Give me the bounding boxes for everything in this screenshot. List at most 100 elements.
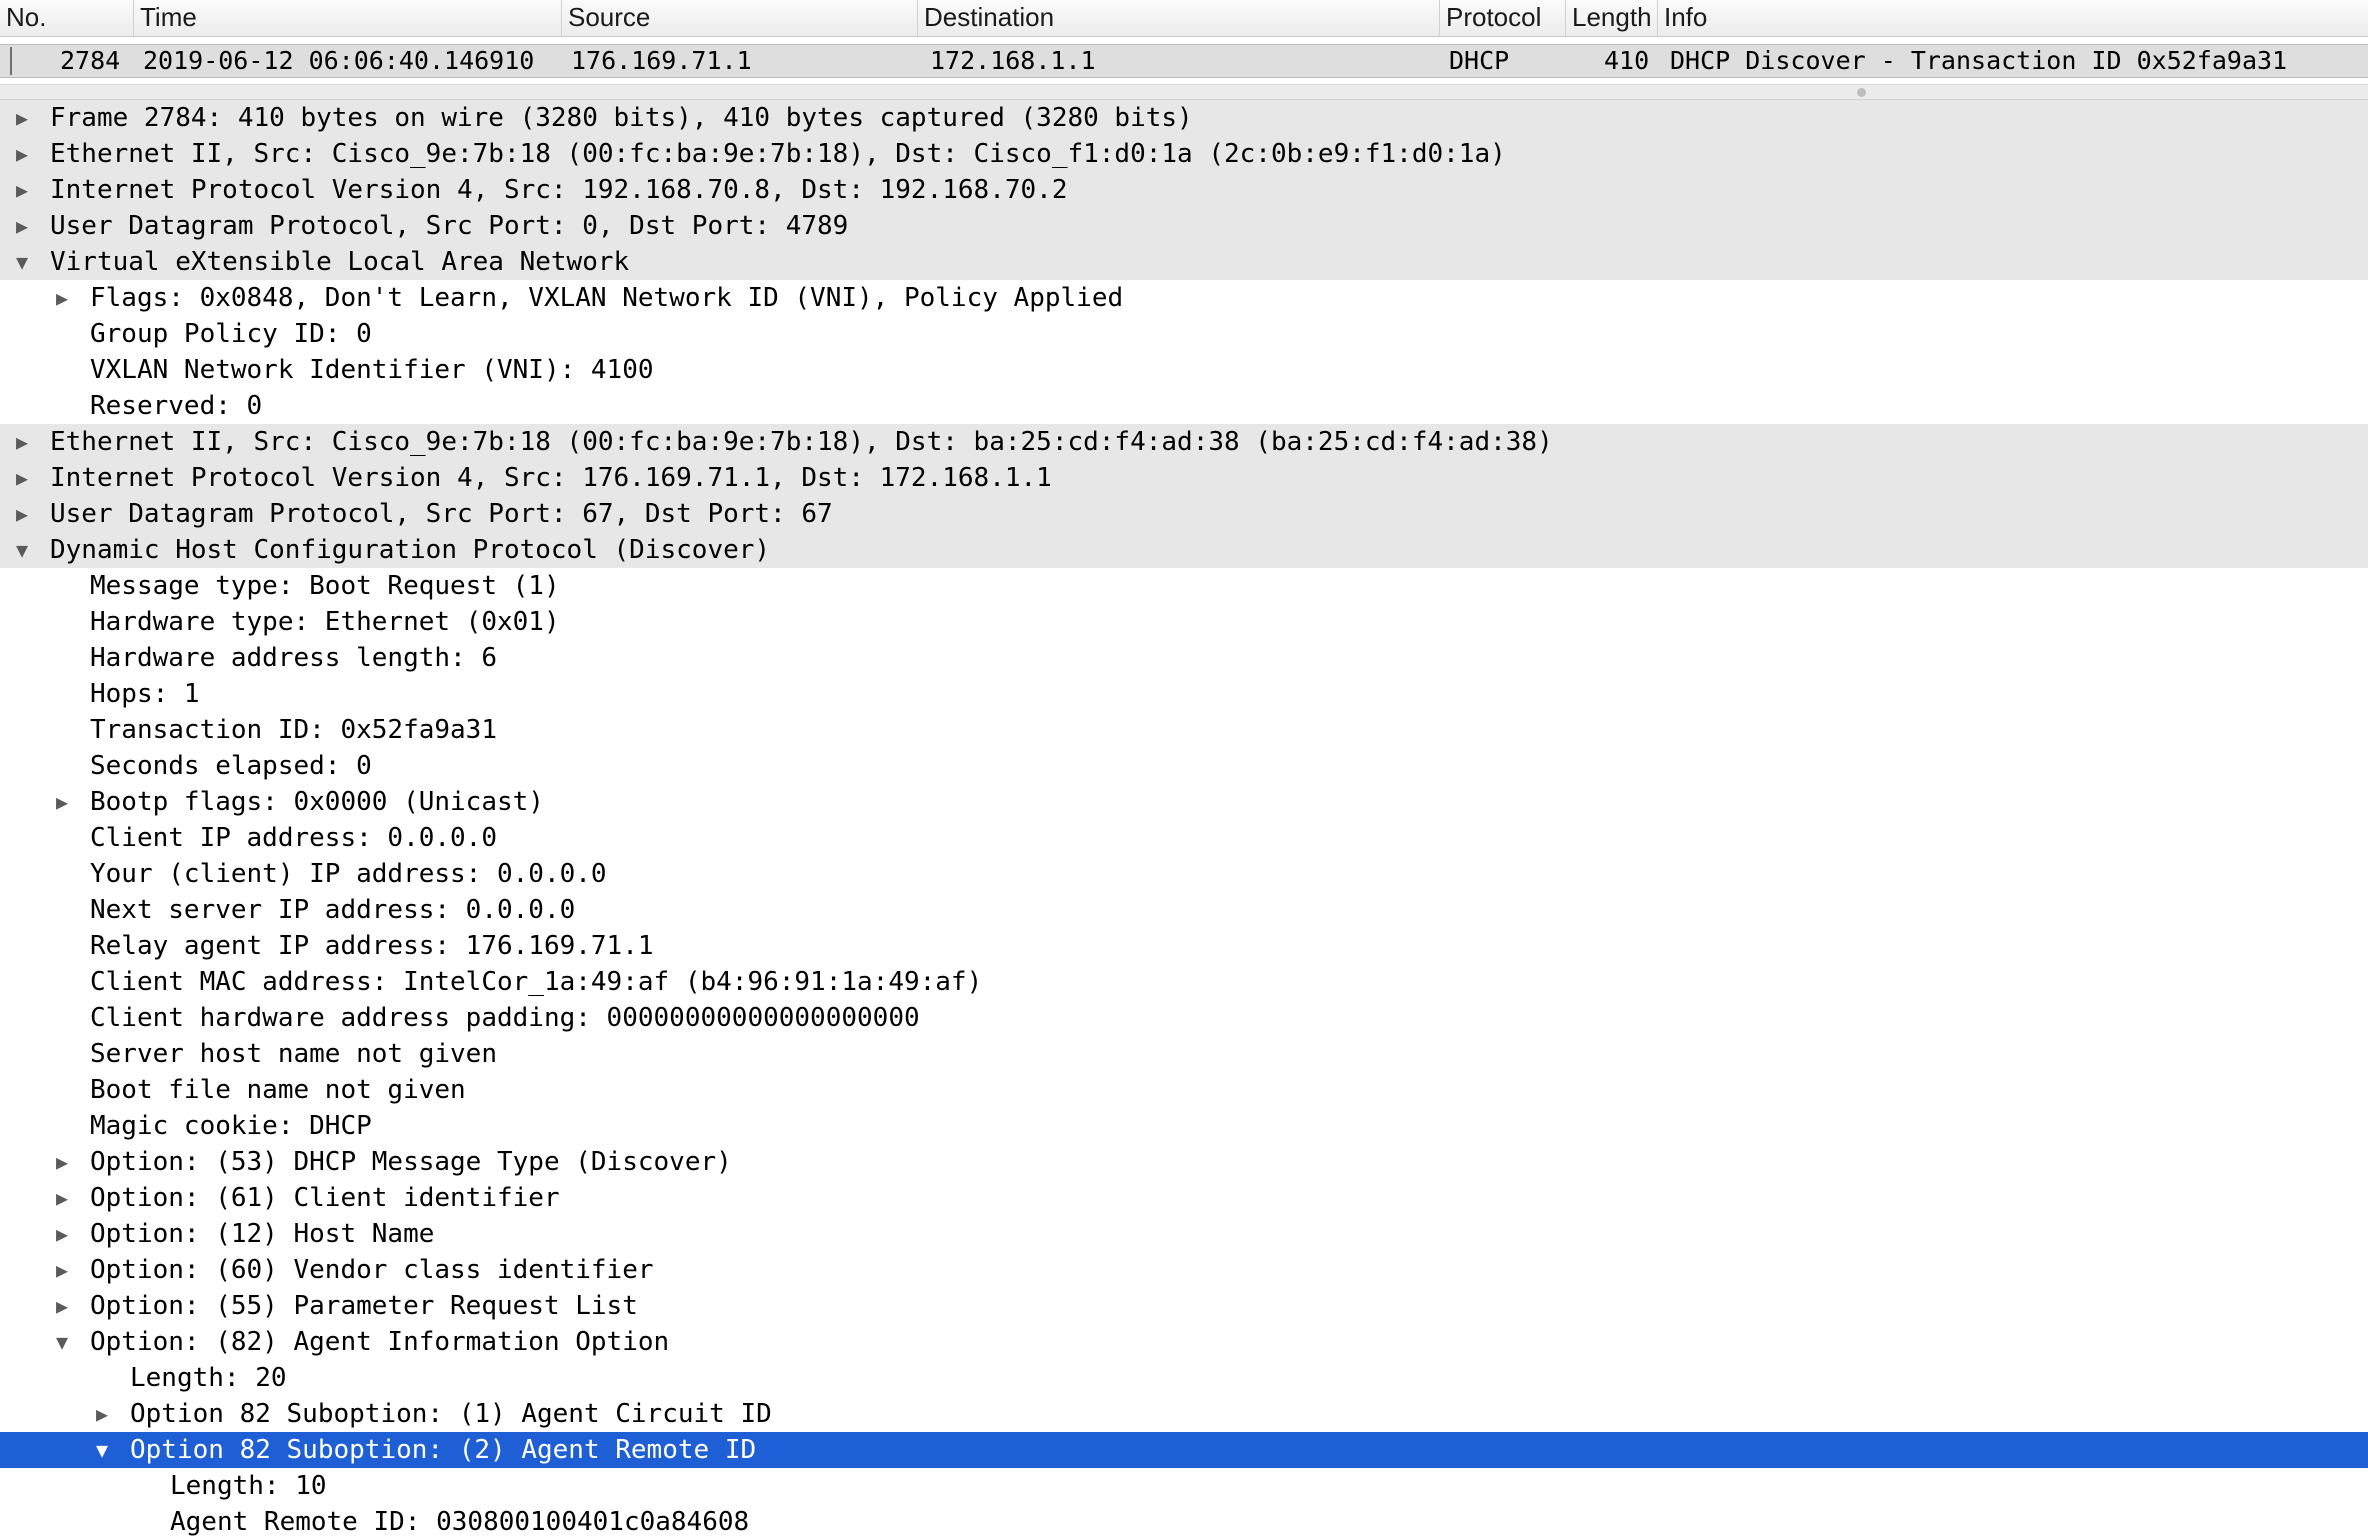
column-header-length[interactable]: Length xyxy=(1566,0,1658,36)
column-header-source[interactable]: Source xyxy=(562,0,918,36)
tree-row-label: Hardware address length: 6 xyxy=(90,643,497,673)
packet-info: DHCP Discover - Transaction ID 0x52fa9a3… xyxy=(1670,46,2288,75)
column-header-time[interactable]: Time xyxy=(134,0,562,36)
column-header-protocol[interactable]: Protocol xyxy=(1440,0,1566,36)
tree-row[interactable]: VXLAN Network Identifier (VNI): 4100 xyxy=(0,352,2368,388)
tree-row-label: Client MAC address: IntelCor_1a:49:af (b… xyxy=(90,967,983,997)
tree-row[interactable]: Next server IP address: 0.0.0.0 xyxy=(0,892,2368,928)
tree-row[interactable]: ▶ Option: (55) Parameter Request List xyxy=(0,1288,2368,1324)
tree-row-label: Reserved: 0 xyxy=(90,391,263,421)
tree-row-label: Bootp flags: 0x0000 (Unicast) xyxy=(90,787,544,817)
tree-row[interactable]: Transaction ID: 0x52fa9a31 xyxy=(0,712,2368,748)
collapsed-triangle-icon[interactable]: ▶ xyxy=(52,1288,72,1324)
packet-list-row[interactable]: 2784 2019-06-12 06:06:40.146910 176.169.… xyxy=(0,44,2368,78)
tree-row[interactable]: ▶ Ethernet II, Src: Cisco_9e:7b:18 (00:fc… xyxy=(0,424,2368,460)
tree-row[interactable]: Magic cookie: DHCP xyxy=(0,1108,2368,1144)
collapsed-triangle-icon[interactable]: ▶ xyxy=(52,784,72,820)
packet-destination: 172.168.1.1 xyxy=(930,46,1096,75)
tree-row[interactable]: Server host name not given xyxy=(0,1036,2368,1072)
tree-row[interactable]: Your (client) IP address: 0.0.0.0 xyxy=(0,856,2368,892)
tree-row-label: Dynamic Host Configuration Protocol (Dis… xyxy=(50,535,771,565)
collapsed-triangle-icon[interactable]: ▶ xyxy=(52,280,72,316)
tree-row-label: Boot file name not given xyxy=(90,1075,466,1105)
tree-row[interactable]: ▶ Internet Protocol Version 4, Src: 176.1… xyxy=(0,460,2368,496)
tree-row[interactable]: ▶ Option: (61) Client identifier xyxy=(0,1180,2368,1216)
tree-row[interactable]: Hardware type: Ethernet (0x01) xyxy=(0,604,2368,640)
tree-row[interactable]: Group Policy ID: 0 xyxy=(0,316,2368,352)
tree-row-label: Length: 10 xyxy=(170,1471,327,1501)
tree-row-label: User Datagram Protocol, Src Port: 0, Dst… xyxy=(50,211,849,241)
tree-row[interactable]: ▼ Virtual eXtensible Local Area Network xyxy=(0,244,2368,280)
tree-row[interactable]: Client IP address: 0.0.0.0 xyxy=(0,820,2368,856)
tree-row-label: Seconds elapsed: 0 xyxy=(90,751,372,781)
tree-row-selected[interactable]: ▼ Option 82 Suboption: (2) Agent Remote I… xyxy=(0,1432,2368,1468)
collapsed-triangle-icon[interactable]: ▶ xyxy=(12,496,32,532)
tree-row-label: Ethernet II, Src: Cisco_9e:7b:18 (00:fc:… xyxy=(50,427,1553,457)
tree-row[interactable]: Client hardware address padding: 0000000… xyxy=(0,1000,2368,1036)
collapsed-triangle-icon[interactable]: ▶ xyxy=(12,208,32,244)
tree-row[interactable]: Hardware address length: 6 xyxy=(0,640,2368,676)
tree-row[interactable]: Length: 10 xyxy=(0,1468,2368,1504)
collapsed-triangle-icon[interactable]: ▶ xyxy=(12,136,32,172)
expanded-triangle-icon[interactable]: ▼ xyxy=(92,1432,112,1468)
tree-row[interactable]: ▶ Option: (60) Vendor class identifier xyxy=(0,1252,2368,1288)
collapsed-triangle-icon[interactable]: ▶ xyxy=(52,1144,72,1180)
tree-row[interactable]: ▶ User Datagram Protocol, Src Port: 67, D… xyxy=(0,496,2368,532)
collapsed-triangle-icon[interactable]: ▶ xyxy=(12,172,32,208)
tree-row[interactable]: ▼ Option: (82) Agent Information Option xyxy=(0,1324,2368,1360)
expanded-triangle-icon[interactable]: ▼ xyxy=(12,532,32,568)
tree-row-label: Frame 2784: 410 bytes on wire (3280 bits… xyxy=(50,103,1193,133)
tree-row-label: Agent Remote ID: 030800100401c0a84608 xyxy=(170,1507,750,1537)
collapsed-triangle-icon[interactable]: ▶ xyxy=(52,1216,72,1252)
tree-row[interactable]: Boot file name not given xyxy=(0,1072,2368,1108)
tree-row-label: Next server IP address: 0.0.0.0 xyxy=(90,895,576,925)
tree-row-label: Option: (82) Agent Information Option xyxy=(90,1327,670,1357)
tree-row[interactable]: ▶ Flags: 0x0848, Don't Learn, VXLAN Netwo… xyxy=(0,280,2368,316)
collapsed-triangle-icon[interactable]: ▶ xyxy=(52,1252,72,1288)
tree-row[interactable]: Agent Remote ID: 030800100401c0a84608 xyxy=(0,1504,2368,1540)
tree-row-label: Hardware type: Ethernet (0x01) xyxy=(90,607,560,637)
pane-splitter[interactable] xyxy=(0,84,2368,100)
tree-row-label: Option: (61) Client identifier xyxy=(90,1183,560,1213)
tree-row[interactable]: ▶ Option: (12) Host Name xyxy=(0,1216,2368,1252)
tree-row-label: Option: (12) Host Name xyxy=(90,1219,435,1249)
collapsed-triangle-icon[interactable]: ▶ xyxy=(12,424,32,460)
tree-row[interactable]: Message type: Boot Request (1) xyxy=(0,568,2368,604)
collapsed-triangle-icon[interactable]: ▶ xyxy=(92,1396,112,1432)
tree-row-label: Internet Protocol Version 4, Src: 192.16… xyxy=(50,175,1068,205)
tree-row-label: Relay agent IP address: 176.169.71.1 xyxy=(90,931,654,961)
packet-no: 2784 xyxy=(60,46,121,75)
packet-length: 410 xyxy=(1604,46,1650,75)
expanded-triangle-icon[interactable]: ▼ xyxy=(12,244,32,280)
tree-row[interactable]: Reserved: 0 xyxy=(0,388,2368,424)
packet-source: 176.169.71.1 xyxy=(571,46,752,75)
tree-row[interactable]: ▶ User Datagram Protocol, Src Port: 0, Ds… xyxy=(0,208,2368,244)
tree-row[interactable]: Relay agent IP address: 176.169.71.1 xyxy=(0,928,2368,964)
tree-row-label: Client IP address: 0.0.0.0 xyxy=(90,823,497,853)
tree-row[interactable]: ▼ Dynamic Host Configuration Protocol (Di… xyxy=(0,532,2368,568)
packet-list-header: No. Time Source Destination Protocol Len… xyxy=(0,0,2368,37)
tree-row[interactable]: ▶ Bootp flags: 0x0000 (Unicast) xyxy=(0,784,2368,820)
tree-row-label: Hops: 1 xyxy=(90,679,200,709)
packet-time: 2019-06-12 06:06:40.146910 xyxy=(143,46,535,75)
collapsed-triangle-icon[interactable]: ▶ xyxy=(12,460,32,496)
tree-row[interactable]: ▶ Option 82 Suboption: (1) Agent Circuit … xyxy=(0,1396,2368,1432)
tree-row[interactable]: Client MAC address: IntelCor_1a:49:af (b… xyxy=(0,964,2368,1000)
tree-row[interactable]: ▶ Ethernet II, Src: Cisco_9e:7b:18 (00:fc… xyxy=(0,136,2368,172)
collapsed-triangle-icon[interactable]: ▶ xyxy=(52,1180,72,1216)
splitter-handle-icon[interactable] xyxy=(1857,88,1866,97)
expanded-triangle-icon[interactable]: ▼ xyxy=(52,1324,72,1360)
column-header-no[interactable]: No. xyxy=(0,0,134,36)
tree-row[interactable]: ▶ Option: (53) DHCP Message Type (Discove… xyxy=(0,1144,2368,1180)
packet-protocol: DHCP xyxy=(1449,46,1510,75)
tree-row[interactable]: Length: 20 xyxy=(0,1360,2368,1396)
tree-row[interactable]: Seconds elapsed: 0 xyxy=(0,748,2368,784)
tree-row[interactable]: ▶ Internet Protocol Version 4, Src: 192.1… xyxy=(0,172,2368,208)
tree-row[interactable]: Hops: 1 xyxy=(0,676,2368,712)
collapsed-triangle-icon[interactable]: ▶ xyxy=(12,100,32,136)
tree-row-label: Option 82 Suboption: (1) Agent Circuit I… xyxy=(130,1399,772,1429)
column-header-destination[interactable]: Destination xyxy=(918,0,1440,36)
tree-row[interactable]: ▶ Frame 2784: 410 bytes on wire (3280 bit… xyxy=(0,100,2368,136)
tree-row-label: Internet Protocol Version 4, Src: 176.16… xyxy=(50,463,1052,493)
column-header-info[interactable]: Info xyxy=(1658,0,2368,36)
